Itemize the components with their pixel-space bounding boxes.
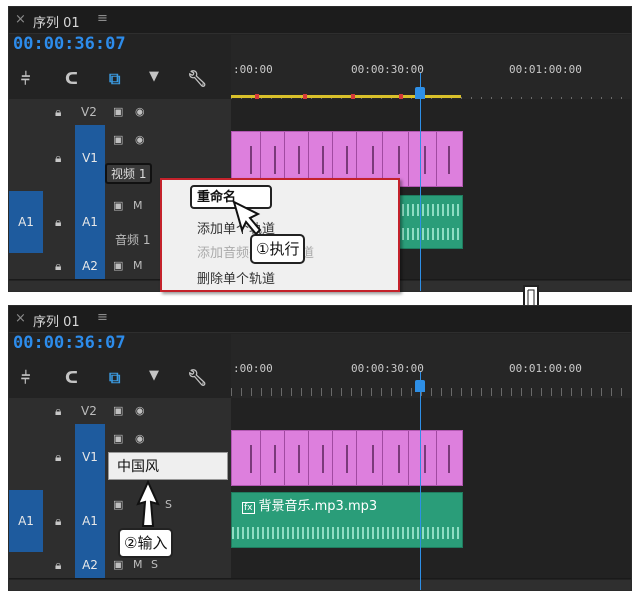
video-clip-group[interactable] — [231, 430, 463, 486]
lock-icon[interactable]: 🔒︎ — [55, 514, 61, 529]
track-lane-a2[interactable] — [231, 552, 631, 579]
wrench-icon[interactable]: 🔧︎ — [187, 368, 207, 387]
track-name-input[interactable]: 中国风 — [108, 452, 228, 480]
add-marker-icon[interactable]: ⧉ — [109, 69, 120, 89]
track-target-a1[interactable]: A1 — [75, 191, 105, 253]
close-tab-icon[interactable]: × — [15, 12, 26, 27]
lock-icon[interactable]: 🔒︎ — [55, 105, 61, 120]
time-ruler[interactable]: :00:00 00:00:30:00 00:01:00:00 — [231, 35, 631, 105]
panel-menu-icon[interactable]: ≡ — [97, 310, 108, 325]
playhead-timecode[interactable]: 00:00:36:07 — [13, 34, 126, 54]
waveform — [232, 527, 462, 539]
track-lane-v2[interactable] — [231, 398, 631, 425]
marker-icon[interactable]: ▼ — [149, 368, 159, 383]
sync-lock-icon[interactable]: ▣ — [113, 498, 123, 511]
eye-icon[interactable]: ◉ — [135, 432, 145, 445]
eye-icon[interactable]: ◉ — [135, 404, 145, 417]
linked-selection-icon[interactable]: ᑕ — [65, 368, 78, 387]
source-patch-a1[interactable]: A1 — [9, 490, 43, 552]
timeline-tools: ⫩ ᑕ ⧉ ▼ 🔧︎ — [9, 65, 231, 99]
wrench-icon[interactable]: 🔧︎ — [187, 69, 207, 88]
marker-icon[interactable]: ▼ — [149, 69, 159, 84]
playhead-line — [420, 73, 421, 291]
sequence-title: 序列 01 — [33, 315, 80, 330]
track-lane-v1[interactable] — [231, 424, 631, 491]
track-header-v2[interactable]: 🔒︎ V2 ▣ ◉ — [9, 99, 231, 126]
mute-button[interactable]: M — [133, 558, 143, 571]
ruler-ticks — [231, 388, 631, 396]
track-name-v1[interactable]: 视频 1 — [105, 163, 153, 184]
audio-clip-label: 背景音乐.mp3.mp3 — [258, 499, 378, 514]
snap-icon[interactable]: ⫩ — [21, 69, 30, 89]
audio-clip-name: fx 背景音乐.mp3.mp3 — [242, 495, 377, 514]
mute-button[interactable]: M — [133, 199, 143, 212]
ruler-label: 00:01:00:00 — [509, 362, 582, 375]
track-target-a2[interactable]: A2 — [75, 552, 105, 578]
track-lane-a1[interactable]: fx 背景音乐.mp3.mp3 — [231, 490, 631, 553]
snap-icon[interactable]: ⫩ — [21, 368, 30, 388]
fx-badge-icon: fx — [242, 502, 255, 514]
linked-selection-icon[interactable]: ᑕ — [65, 69, 78, 88]
lock-icon[interactable]: 🔒︎ — [55, 259, 61, 274]
ruler-label: :00:00 — [233, 362, 273, 375]
track-label-v2[interactable]: V2 — [81, 404, 97, 418]
lock-icon[interactable]: 🔒︎ — [55, 215, 61, 230]
track-target-a1[interactable]: A1 — [75, 490, 105, 552]
lock-icon[interactable]: 🔒︎ — [55, 450, 61, 465]
track-header-v2[interactable]: 🔒︎ V2 ▣ ◉ — [9, 398, 231, 425]
menu-item-delete-track[interactable]: 删除单个轨道 — [197, 268, 275, 287]
timeline-tools: ⫩ ᑕ ⧉ ▼ 🔧︎ — [9, 364, 231, 398]
panel-menu-icon[interactable]: ≡ — [97, 11, 108, 26]
sequence-title: 序列 01 — [33, 16, 80, 31]
ruler-label: :00:00 — [233, 63, 273, 76]
track-label-v2[interactable]: V2 — [81, 105, 97, 119]
track-target-v1[interactable]: V1 — [75, 125, 105, 191]
lock-icon[interactable]: 🔒︎ — [55, 151, 61, 166]
audio-clip[interactable]: fx 背景音乐.mp3.mp3 — [231, 492, 463, 548]
sync-lock-icon[interactable]: ▣ — [113, 558, 123, 571]
sync-lock-icon[interactable]: ▣ — [113, 199, 123, 212]
eye-icon[interactable]: ◉ — [135, 133, 145, 146]
timeline-panel-after: × 序列 01 ≡ 00:00:36:07 ⫩ ᑕ ⧉ ▼ 🔧︎ :00:00 … — [8, 305, 632, 591]
close-tab-icon[interactable]: × — [15, 311, 26, 326]
sequence-tab[interactable]: × 序列 01 ≡ — [9, 306, 631, 333]
track-lane-v2[interactable] — [231, 99, 631, 126]
mute-button[interactable]: M — [133, 259, 143, 272]
pointer-arrow-icon — [136, 480, 160, 527]
playhead-timecode[interactable]: 00:00:36:07 — [13, 333, 126, 353]
ruler-label: 00:00:30:00 — [351, 362, 424, 375]
track-target-v1[interactable]: V1 — [75, 424, 105, 490]
track-target-a2[interactable]: A2 — [75, 253, 105, 279]
sync-lock-icon[interactable]: ▣ — [113, 105, 123, 118]
horizontal-scrollbar[interactable] — [9, 580, 631, 590]
sync-lock-icon[interactable]: ▣ — [113, 259, 123, 272]
eye-icon[interactable]: ◉ — [135, 105, 145, 118]
source-patch-a1[interactable]: A1 — [9, 191, 43, 253]
lock-icon[interactable]: 🔒︎ — [55, 558, 61, 573]
sequence-tab[interactable]: × 序列 01 ≡ — [9, 7, 631, 34]
sync-lock-icon[interactable]: ▣ — [113, 404, 123, 417]
pointer-arrow-icon — [232, 200, 262, 236]
step2-callout: ②输入 — [118, 528, 174, 558]
work-area-bar[interactable] — [231, 95, 461, 98]
track-name-a1[interactable]: 音频 1 — [115, 231, 150, 248]
sync-lock-icon[interactable]: ▣ — [113, 133, 123, 146]
ruler-label: 00:00:30:00 — [351, 63, 424, 76]
solo-button[interactable]: S — [165, 498, 172, 511]
time-ruler[interactable]: :00:00 00:00:30:00 00:01:00:00 — [231, 334, 631, 398]
sync-lock-icon[interactable]: ▣ — [113, 432, 123, 445]
lock-icon[interactable]: 🔒︎ — [55, 404, 61, 419]
playhead-line — [420, 372, 421, 590]
solo-button[interactable]: S — [151, 558, 158, 571]
add-marker-icon[interactable]: ⧉ — [109, 368, 120, 388]
ruler-label: 00:01:00:00 — [509, 63, 582, 76]
